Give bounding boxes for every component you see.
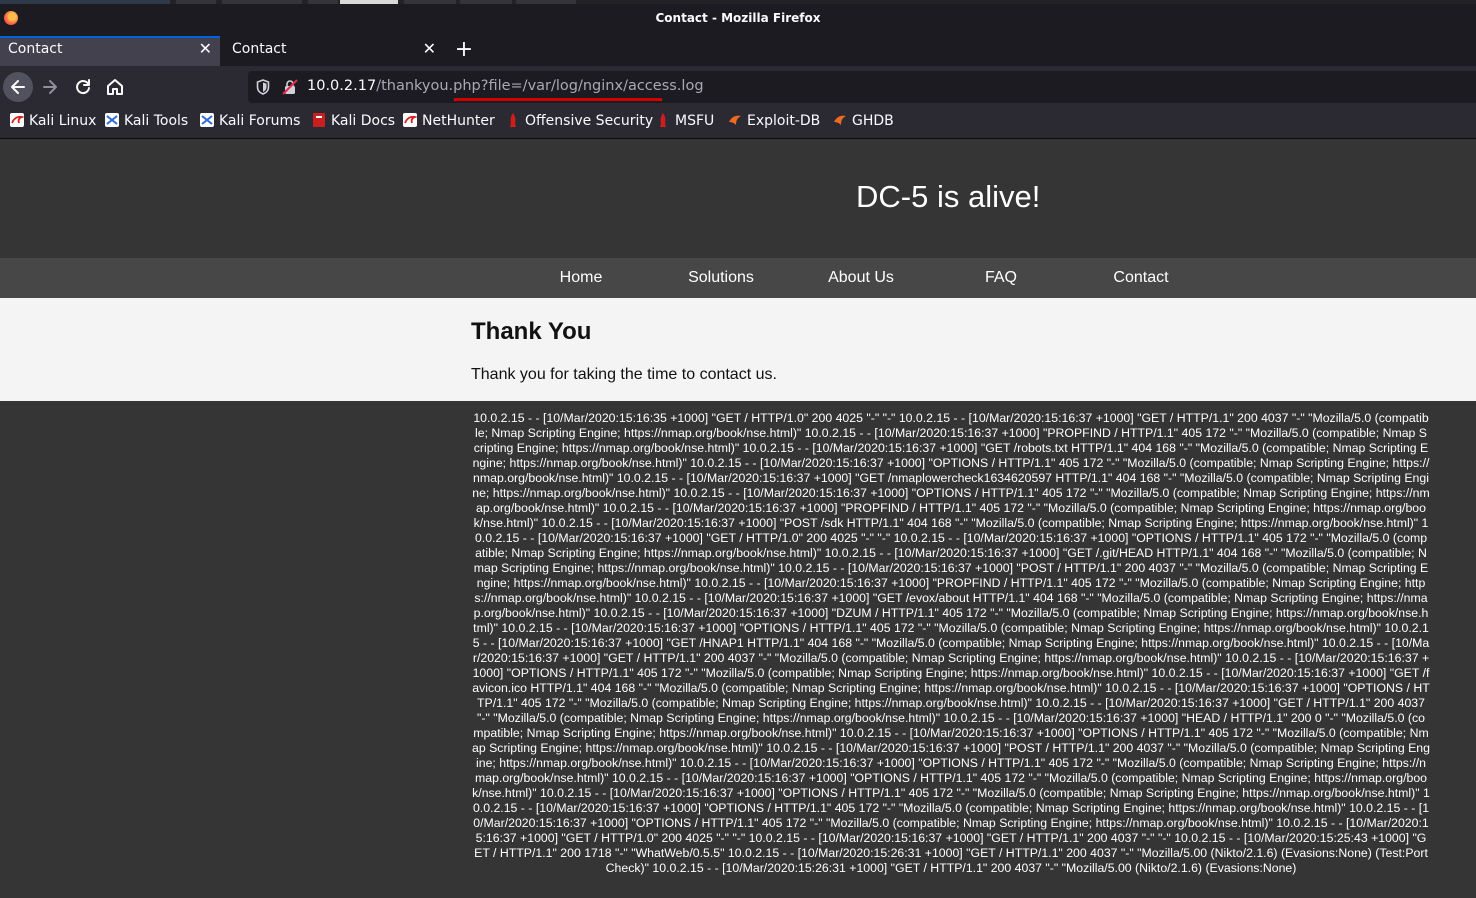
reload-icon [76,79,90,95]
msfu-icon [660,113,666,127]
close-tab-icon[interactable]: ✕ [423,40,436,58]
tab-strip: Contact ✕ Contact ✕ + [0,36,1476,66]
nav-faq-link[interactable]: FAQ [931,269,1071,287]
bookmark-label: Kali Linux [29,113,97,129]
offsec-icon [510,113,516,127]
back-button[interactable] [3,72,33,102]
kali-docs-icon [313,113,325,127]
bookmark-label: GHDB [852,113,894,129]
reload-button[interactable] [68,72,98,102]
bookmark-nethunter[interactable]: NetHunter [403,113,495,133]
site-header: DC-5 is alive! [0,139,1476,258]
site-title: DC-5 is alive! [856,179,1041,214]
bookmark-kali-docs[interactable]: Kali Docs [312,113,395,133]
close-tab-icon[interactable]: ✕ [199,40,212,58]
bookmark-offensive-security[interactable]: Offensive Security [506,113,653,133]
bookmark-kali-forums[interactable]: Kali Forums [200,113,300,133]
insecure-lock-icon[interactable] [282,79,298,95]
bookmark-label: Kali Docs [331,113,396,129]
nav-solutions-link[interactable]: Solutions [651,269,791,287]
bookmark-label: Kali Forums [219,113,301,129]
kali-forums-icon [200,113,214,127]
web-page: DC-5 is alive! Home Solutions About Us F… [0,139,1476,898]
bookmark-label: NetHunter [422,113,495,129]
bookmark-kali-linux[interactable]: Kali Linux [10,113,96,133]
window-titlebar: Contact - Mozilla Firefox [0,0,1476,36]
back-arrow-icon [11,80,25,94]
new-tab-button[interactable]: + [452,36,476,66]
thank-you-message: Thank you for taking the time to contact… [471,366,777,383]
site-footer: 10.0.2.15 - - [10/Mar/2020:15:16:35 +100… [0,401,1476,898]
bookmark-kali-tools[interactable]: Kali Tools [105,113,188,133]
bookmark-exploit-db[interactable]: Exploit-DB [728,113,820,133]
home-button[interactable] [100,72,130,102]
bookmarks-toolbar: Kali Linux Kali Tools Kali Forums Kali D… [0,108,1476,139]
bookmark-label: Offensive Security [525,113,654,129]
bookmark-label: Kali Tools [124,113,189,129]
url-host: 10.0.2.17 [307,78,377,94]
bookmark-msfu[interactable]: MSFU [656,113,714,133]
window-title: Contact - Mozilla Firefox [655,11,821,25]
kali-dragon-icon [10,113,24,127]
nav-about-us-link[interactable]: About Us [791,269,931,287]
tab-label: Contact [232,41,287,57]
site-nav: Home Solutions About Us FAQ Contact [0,258,1476,298]
tab-contact[interactable]: Contact ✕ [224,36,444,66]
nav-home-link[interactable]: Home [511,269,651,287]
os-panel-strip [0,0,1476,4]
address-bar[interactable]: 10.0.2.17/thankyou.php?file=/var/log/ngi… [248,71,1476,103]
nethunter-icon [403,113,417,127]
url-text[interactable]: 10.0.2.17/thankyou.php?file=/var/log/ngi… [307,78,704,94]
navigation-toolbar: 10.0.2.17/thankyou.php?file=/var/log/ngi… [0,66,1476,108]
red-annotation-underline [454,98,662,101]
home-icon [107,79,123,95]
access-log-output: 10.0.2.15 - - [10/Mar/2020:15:16:35 +100… [472,411,1430,875]
tab-contact-active[interactable]: Contact ✕ [0,36,220,66]
exploit-db-icon [729,115,741,125]
nav-contact-link[interactable]: Contact [1071,269,1211,287]
url-path: /thankyou.php?file=/var/log/nginx/access… [376,78,704,94]
bookmark-ghdb[interactable]: GHDB [833,113,894,133]
forward-arrow-icon [43,80,57,94]
kali-tools-icon [105,113,119,127]
bookmark-label: MSFU [675,113,715,129]
page-heading: Thank You [471,318,592,345]
tab-label: Contact [8,41,63,57]
tracking-shield-icon[interactable] [256,79,270,95]
forward-button[interactable] [35,72,65,102]
main-content: Thank You Thank you for taking the time … [0,298,1476,401]
bookmark-label: Exploit-DB [747,113,821,129]
ghdb-icon [834,115,846,125]
